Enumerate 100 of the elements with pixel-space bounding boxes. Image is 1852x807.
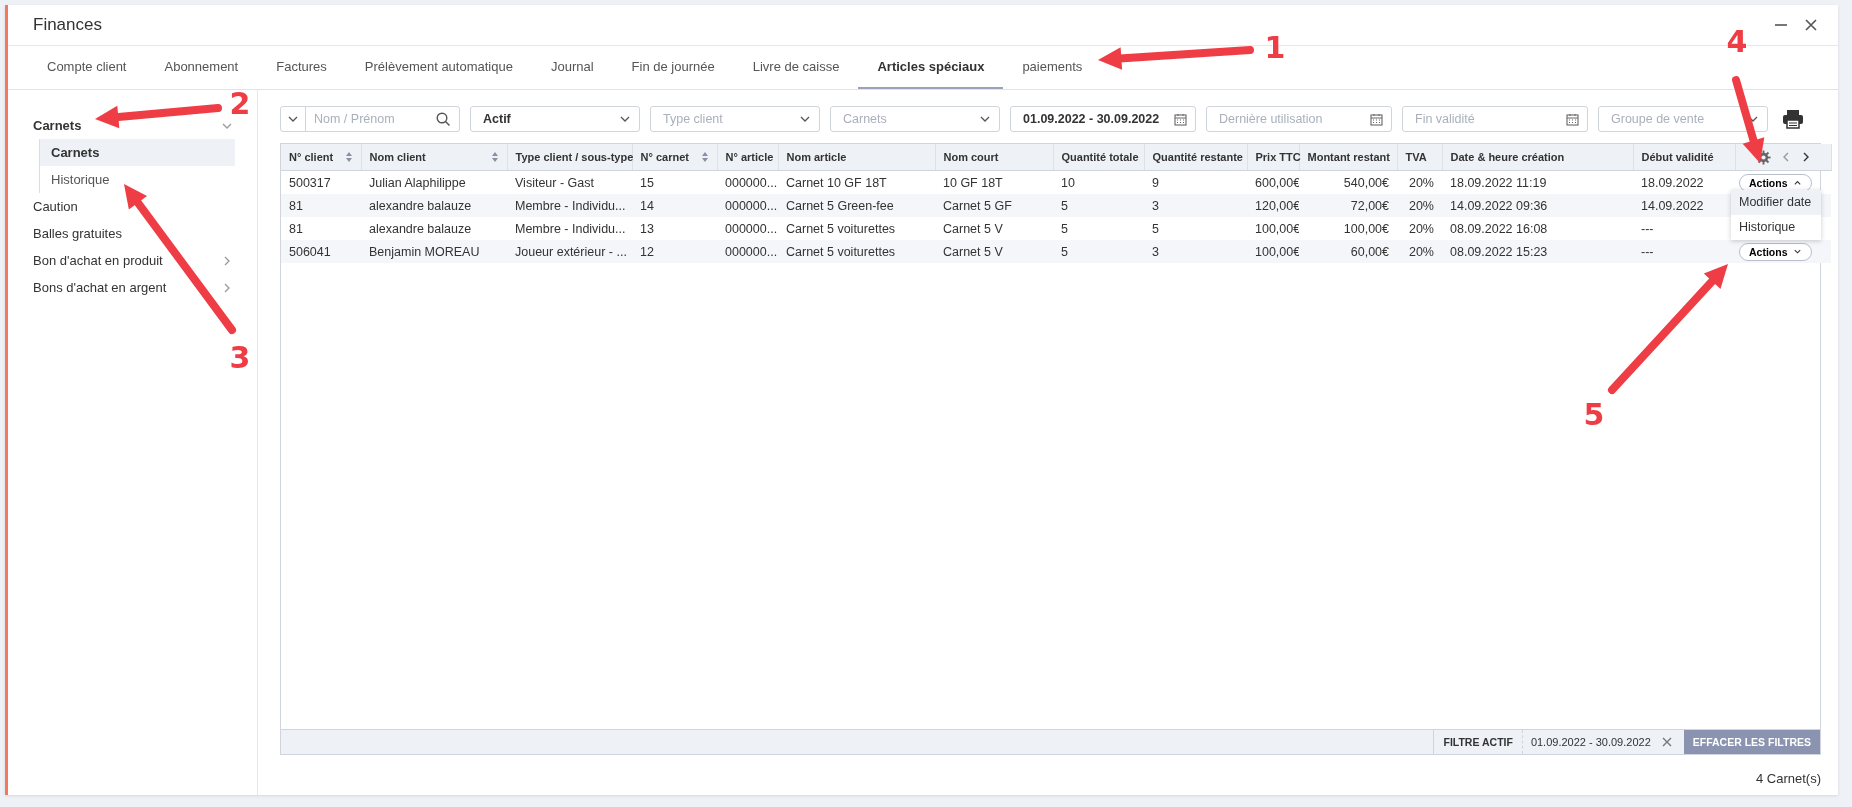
table-cell: 5 (1053, 194, 1144, 217)
close-icon[interactable] (1804, 18, 1818, 32)
table-cell: Carnet 5 voiturettes (778, 217, 935, 240)
table-cell: 18.09.2022 11:19 (1442, 170, 1633, 194)
select-input[interactable]: Actif (479, 112, 615, 126)
tab[interactable]: Livre de caisse (733, 46, 859, 89)
table-cell: 12 (632, 240, 717, 263)
table-cell: --- (1633, 240, 1735, 263)
date-input[interactable]: Fin validité (1411, 112, 1562, 126)
column-header[interactable]: Nom court (935, 144, 1053, 171)
sidebar-item[interactable]: Bons d'achat en argent (8, 274, 257, 301)
column-header[interactable]: N° carnet (632, 144, 717, 171)
sort-icon[interactable] (490, 151, 499, 163)
column-header[interactable]: Prix TTC (1247, 144, 1299, 171)
table-cell: 20% (1397, 194, 1442, 217)
table-cell: Carnet 5 V (935, 217, 1053, 240)
table-cell: Carnet 5 voiturettes (778, 240, 935, 263)
sidebar-item[interactable]: Caution (8, 193, 257, 220)
table-cell: 9 (1144, 170, 1247, 194)
column-header[interactable]: N° article (717, 144, 778, 171)
table-cell: 500317 (281, 170, 361, 194)
table-cell: 000000... (717, 217, 778, 240)
date-field[interactable]: Fin validité (1402, 106, 1588, 132)
select-field[interactable]: Actif (470, 106, 640, 132)
table-cell: 100,00€ (1299, 217, 1397, 240)
filter-label: FILTRE ACTIF (1433, 730, 1523, 754)
table-cell: 10 (1053, 170, 1144, 194)
table-cell: Benjamin MOREAU (361, 240, 507, 263)
table-cell: 20% (1397, 170, 1442, 194)
annotation-number: 3 (229, 340, 251, 375)
table-cell: 81 (281, 194, 361, 217)
tab[interactable]: Factures (257, 46, 346, 89)
tab[interactable]: Abonnement (145, 46, 258, 89)
table-cell: Joueur extérieur - ... (507, 240, 632, 263)
print-icon[interactable] (1782, 109, 1804, 129)
tab[interactable]: Fin de journée (612, 46, 734, 89)
table-cell: 20% (1397, 240, 1442, 263)
date-input[interactable]: 01.09.2022 - 30.09.2022 (1019, 112, 1170, 126)
table-cell: 20% (1397, 217, 1442, 240)
caret-icon (1792, 247, 1802, 256)
tab[interactable]: Compte client (28, 46, 146, 89)
table-cell: 000000... (717, 170, 778, 194)
annotation-number: 2 (229, 86, 251, 121)
sort-icon[interactable] (344, 151, 353, 163)
column-header[interactable]: Nom article (778, 144, 935, 171)
select-field[interactable]: Groupe de vente (1598, 106, 1768, 132)
sidebar-item[interactable]: Bon d'achat en produit (8, 247, 257, 274)
table-cell: 3 (1144, 240, 1247, 263)
tab[interactable]: Prélèvement automatique (345, 46, 532, 89)
sort-icon[interactable] (700, 151, 709, 163)
table-cell: Carnet 5 V (935, 240, 1053, 263)
sidebar-subitem[interactable]: Historique (40, 166, 235, 193)
column-header[interactable]: Date & heure création (1442, 144, 1633, 171)
text-input[interactable]: Nom / Prénom (310, 112, 432, 126)
table-cell: alexandre balauze (361, 217, 507, 240)
table-cell: 08.09.2022 16:08 (1442, 217, 1633, 240)
date-field[interactable]: 01.09.2022 - 30.09.2022 (1010, 106, 1196, 132)
table-cell: 5 (1053, 240, 1144, 263)
tab[interactable]: Articles spéciaux (858, 46, 1004, 89)
select-field[interactable]: Carnets (830, 106, 1000, 132)
select-input[interactable]: Carnets (839, 112, 975, 126)
select-input[interactable]: Type client (659, 112, 795, 126)
search-field[interactable]: Nom / Prénom (280, 106, 460, 132)
annotation-number: 1 (1264, 30, 1286, 65)
column-header[interactable]: N° client (281, 144, 361, 171)
table-cell: 14.09.2022 09:36 (1442, 194, 1633, 217)
tab[interactable]: paiements (1003, 46, 1102, 89)
table-cell: 08.09.2022 15:23 (1442, 240, 1633, 263)
select-input[interactable]: Groupe de vente (1607, 112, 1743, 126)
table-cell: 000000... (717, 194, 778, 217)
table-cell: 14 (632, 194, 717, 217)
column-header[interactable]: Nom client (361, 144, 507, 171)
column-header[interactable]: Montant restant (1299, 144, 1397, 171)
table-cell: 000000... (717, 240, 778, 263)
select-field[interactable]: Type client (650, 106, 820, 132)
table-cell: Julian Alaphilippe (361, 170, 507, 194)
sidebar-item[interactable]: Balles gratuites (8, 220, 257, 247)
column-header[interactable]: Début validité (1633, 144, 1735, 171)
actions-button[interactable]: Actions (1739, 242, 1812, 261)
table-cell: 60,00€ (1299, 240, 1397, 263)
column-header[interactable]: TVA (1397, 144, 1442, 171)
menu-item[interactable]: Modifier date (1731, 190, 1821, 215)
caret-icon (1792, 178, 1802, 187)
close-icon[interactable] (1660, 736, 1673, 748)
column-header[interactable]: Type client / sous-type (507, 144, 632, 171)
table-cell: 540,00€ (1299, 170, 1397, 194)
sidebar-subitem[interactable]: Carnets (40, 139, 235, 166)
table-cell: Membre - Individu... (507, 217, 632, 240)
actions-button[interactable]: Actions (1739, 173, 1812, 192)
date-field[interactable]: Dernière utilisation (1206, 106, 1392, 132)
column-header[interactable]: Quantité restante (1144, 144, 1247, 171)
date-input[interactable]: Dernière utilisation (1215, 112, 1366, 126)
table-cell: alexandre balauze (361, 194, 507, 217)
tab[interactable]: Journal (531, 46, 613, 89)
table-cell: 81 (281, 217, 361, 240)
table-cell: Membre - Individu... (507, 194, 632, 217)
annotation-number: 4 (1726, 24, 1748, 59)
search-icon (436, 111, 451, 127)
table-cell: Carnet 10 GF 18T (778, 170, 935, 194)
column-header[interactable]: Quantité totale (1053, 144, 1144, 171)
